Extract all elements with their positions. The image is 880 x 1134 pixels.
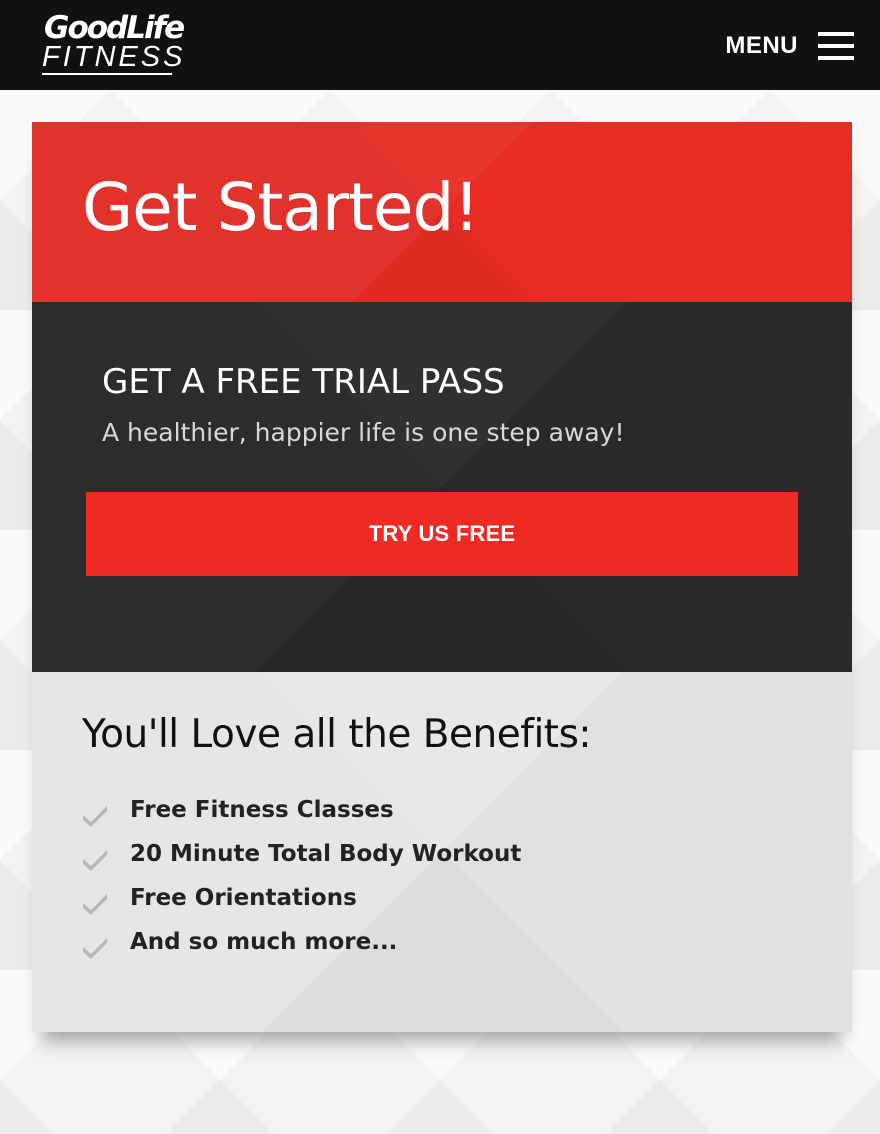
check-icon xyxy=(83,894,107,915)
list-item: Free Orientations xyxy=(80,876,521,920)
hamburger-icon[interactable] xyxy=(818,32,854,60)
benefit-label: Free Fitness Classes xyxy=(130,797,394,823)
hero-banner: Get Started! xyxy=(32,122,852,302)
try-us-free-button[interactable]: TRY US FREE xyxy=(86,492,798,576)
benefits-list: Free Fitness Classes 20 Minute Total Bod… xyxy=(80,788,521,964)
menu-button[interactable]: MENU xyxy=(725,24,854,68)
hamburger-bar xyxy=(818,44,854,48)
page-title: Get Started! xyxy=(82,169,480,246)
list-item: 20 Minute Total Body Workout xyxy=(80,832,521,876)
list-item: And so much more... xyxy=(80,920,521,964)
free-trial-heading: GET A FREE TRIAL PASS xyxy=(102,362,505,402)
check-icon xyxy=(83,850,107,871)
hamburger-bar xyxy=(818,32,854,36)
get-started-card: Get Started! GET A FREE TRIAL PASS A hea… xyxy=(32,122,852,1032)
benefit-label: And so much more... xyxy=(130,929,398,955)
benefit-label: Free Orientations xyxy=(130,885,357,911)
check-icon xyxy=(83,806,107,827)
logo-underline xyxy=(42,73,172,75)
goodlife-fitness-logo[interactable]: GoodLife FITNESS xyxy=(42,10,185,78)
site-header: GoodLife FITNESS MENU xyxy=(0,0,880,90)
list-item: Free Fitness Classes xyxy=(80,788,521,832)
benefits-section: You'll Love all the Benefits: Free Fitne… xyxy=(32,672,852,1032)
logo-wordmark-bottom: FITNESS xyxy=(42,41,186,73)
hamburger-bar xyxy=(818,56,854,60)
free-trial-section: GET A FREE TRIAL PASS A healthier, happi… xyxy=(32,302,852,672)
menu-label: MENU xyxy=(725,32,798,59)
free-trial-subtitle: A healthier, happier life is one step aw… xyxy=(102,418,625,447)
benefit-label: 20 Minute Total Body Workout xyxy=(130,841,522,867)
check-icon xyxy=(83,938,107,959)
benefits-heading: You'll Love all the Benefits: xyxy=(82,712,592,757)
